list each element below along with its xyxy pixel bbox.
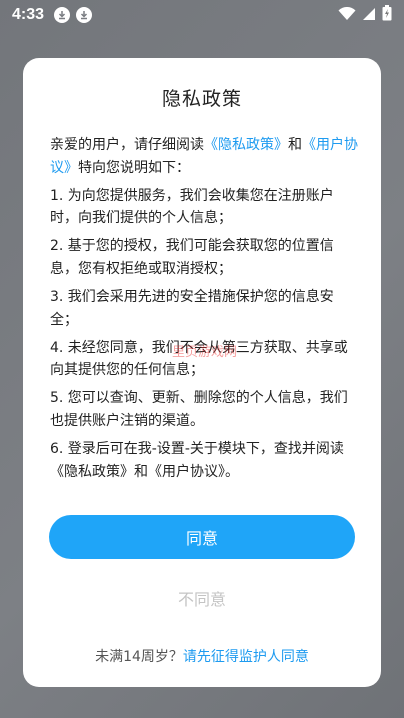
policy-item-2: 2. 基于您的授权，我们可能会获取您的位置信息，您有权拒绝或取消授权；	[50, 238, 334, 277]
privacy-policy-link[interactable]: 《隐私政策》	[204, 137, 288, 153]
intro-suffix: 特向您说明如下：	[78, 159, 190, 176]
status-bar: 4:33	[0, 0, 404, 30]
age-notice: 未满14周岁？请先征得监护人同意	[23, 646, 381, 666]
dialog-body: 亲爱的用户，请仔细阅读《隐私政策》和《用户协议》特向您说明如下： 1. 为向您提…	[50, 134, 359, 489]
status-time: 4:33	[12, 6, 45, 23]
and-text: 和	[288, 137, 302, 153]
policy-item-3: 3. 我们会采用先进的安全措施保护您的信息安全；	[50, 289, 334, 328]
policy-item-6: 6. 登录后可在我-设置-关于模块下，查找并阅读《隐私政策》和《用户协议》。	[50, 441, 344, 480]
age-notice-prefix: 未满14周岁？	[95, 649, 183, 665]
privacy-dialog: 隐私政策 亲爱的用户，请仔细阅读《隐私政策》和《用户协议》特向您说明如下： 1.…	[23, 58, 381, 687]
disagree-button[interactable]: 不同意	[23, 586, 381, 610]
download-icon	[76, 7, 93, 23]
battery-icon	[382, 5, 392, 25]
dialog-title: 隐私政策	[161, 88, 242, 110]
signal-icon	[362, 6, 376, 25]
wifi-icon	[338, 6, 356, 25]
agree-button[interactable]: 同意	[49, 515, 355, 559]
download-icon	[54, 7, 71, 23]
intro-paragraph: 亲爱的用户，请仔细阅读《隐私政策》和《用户协议》特向您说明如下：	[50, 134, 359, 179]
intro-prefix: 亲爱的用户，请仔细阅读	[50, 137, 204, 153]
policy-item-4: 4. 未经您同意，我们不会从第三方获取、共享或向其提供您的任何信息；	[50, 339, 348, 379]
policy-item-1: 1. 为向您提供服务，我们会收集您在注册账户时，向我们提供的个人信息；	[50, 187, 334, 227]
guardian-consent-link[interactable]: 请先征得监护人同意	[183, 649, 309, 665]
policy-item-5: 5. 您可以查询、更新、删除您的个人信息，我们也提供账户注销的渠道。	[50, 390, 348, 430]
